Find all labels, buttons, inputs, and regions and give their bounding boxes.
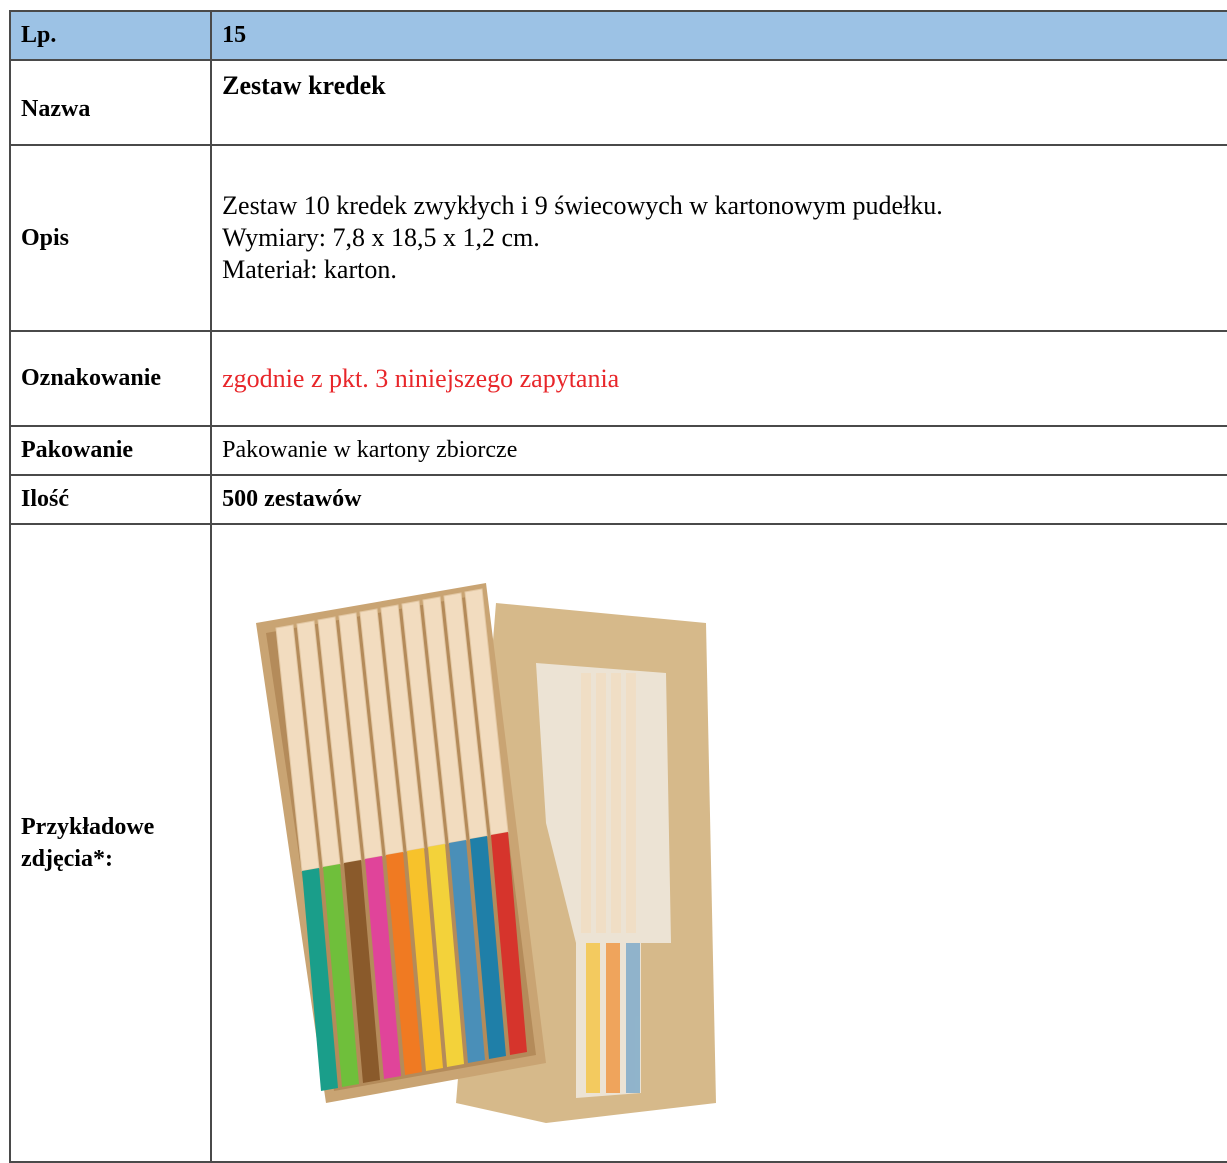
oznakowanie-text: zgodnie z pkt. 3 niniejszego zapytania	[222, 363, 620, 393]
label-pakowanie: Pakowanie	[8, 425, 213, 476]
label-oznakowanie: Oznakowanie	[8, 330, 213, 427]
row-lp: Lp. 15	[8, 10, 1227, 61]
zdjecia-label-line: Przykładowe	[21, 814, 155, 840]
row-nazwa: Nazwa Zestaw kredek	[8, 59, 1227, 146]
row-oznakowanie: Oznakowanie zgodnie z pkt. 3 niniejszego…	[8, 330, 1227, 427]
product-spec-table: Lp. 15 Nazwa Zestaw kredek Opis Zestaw 1…	[8, 10, 1227, 1163]
zdjecia-label-line: zdjęcia*:	[21, 846, 113, 872]
value-ilosc: 500 zestawów	[210, 474, 1227, 525]
opis-line: Materiał: karton.	[222, 255, 397, 284]
value-oznakowanie: zgodnie z pkt. 3 niniejszego zapytania	[210, 330, 1227, 427]
label-nazwa: Nazwa	[8, 59, 213, 146]
crayon-set-photo	[256, 583, 717, 1123]
label-opis: Opis	[8, 144, 213, 332]
value-lp: 15	[210, 10, 1227, 61]
row-opis: Opis Zestaw 10 kredek zwykłych i 9 świec…	[8, 144, 1227, 332]
row-ilosc: Ilość 500 zestawów	[8, 474, 1227, 525]
value-opis: Zestaw 10 kredek zwykłych i 9 świecowych…	[210, 144, 1227, 332]
label-zdjecia: Przykładowe zdjęcia*:	[8, 523, 213, 1163]
value-nazwa: Zestaw kredek	[210, 59, 1227, 146]
opis-line: Zestaw 10 kredek zwykłych i 9 świecowych…	[222, 191, 943, 220]
row-pakowanie: Pakowanie Pakowanie w kartony zbiorcze	[8, 425, 1227, 476]
label-ilosc: Ilość	[8, 474, 213, 525]
row-zdjecia: Przykładowe zdjęcia*:	[8, 523, 1227, 1163]
value-zdjecia	[210, 523, 1227, 1163]
opis-line: Wymiary: 7,8 x 18,5 x 1,2 cm.	[222, 223, 540, 252]
label-lp: Lp.	[8, 10, 213, 61]
value-pakowanie: Pakowanie w kartony zbiorcze	[210, 425, 1227, 476]
